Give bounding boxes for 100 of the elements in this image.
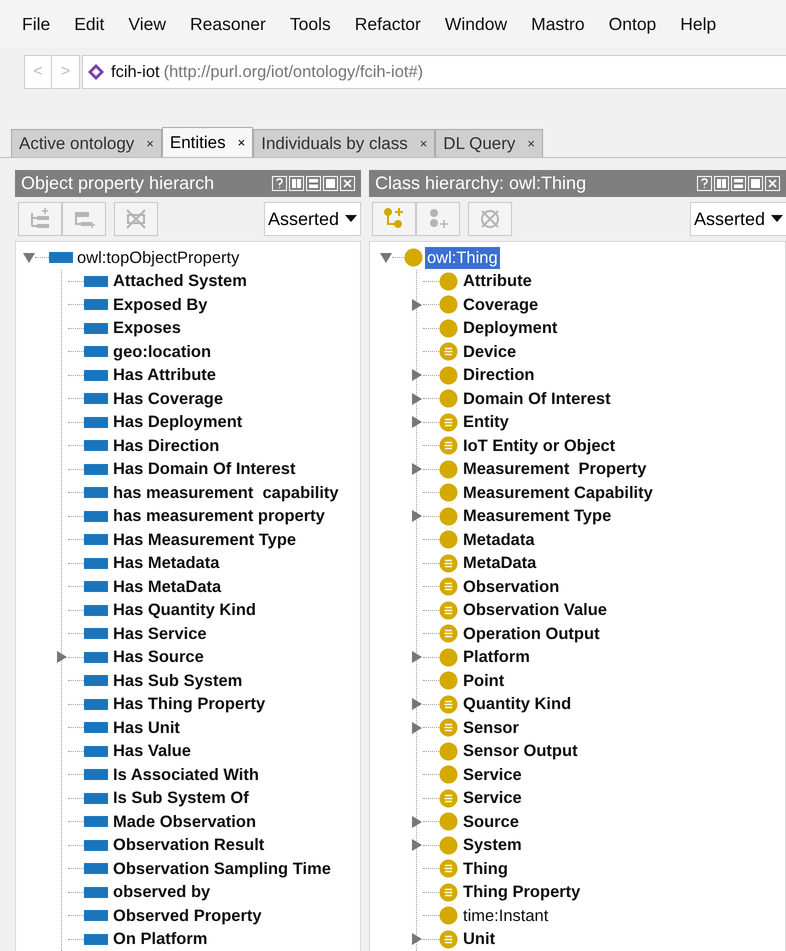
tree-item[interactable]: Sensor Output: [461, 740, 580, 762]
tree-item[interactable]: geo:location: [111, 340, 214, 363]
tree-item[interactable]: Made Observation: [111, 810, 258, 833]
tree-item[interactable]: Has Sub System: [111, 670, 244, 692]
collapsed-arrow-icon[interactable]: [411, 416, 423, 428]
tree-item[interactable]: owl:topObjectProperty: [75, 246, 242, 269]
tree-item[interactable]: Coverage: [461, 294, 540, 316]
tree-item[interactable]: time:Instant: [461, 904, 550, 927]
collapsed-arrow-icon[interactable]: [411, 510, 423, 522]
tree-item[interactable]: Is Sub System Of: [111, 787, 251, 810]
menu-item[interactable]: File: [22, 10, 50, 38]
tree-item[interactable]: On Platform: [111, 928, 210, 950]
collapsed-arrow-icon[interactable]: [56, 651, 68, 664]
tree-item[interactable]: Measurement Type: [461, 505, 614, 528]
menu-item[interactable]: Refactor: [354, 10, 421, 38]
mode-dropdown[interactable]: Asserted: [264, 202, 361, 236]
help-icon[interactable]: [697, 176, 712, 191]
tree-item[interactable]: Observation: [461, 576, 562, 598]
tree-item[interactable]: Platform: [461, 646, 532, 668]
tree-item[interactable]: Service: [461, 787, 524, 810]
tree-item[interactable]: Has Value: [111, 740, 193, 762]
tree-item[interactable]: Domain Of Interest: [461, 388, 613, 410]
tree-item[interactable]: observed by: [111, 881, 212, 904]
collapsed-arrow-icon[interactable]: [411, 369, 423, 382]
tree-item[interactable]: Has MetaData: [111, 576, 224, 598]
collapsed-arrow-icon[interactable]: [411, 839, 423, 852]
tree-item[interactable]: Observation Value: [461, 599, 609, 622]
tree-item[interactable]: Sensor: [461, 716, 521, 739]
tree-item[interactable]: Direction: [461, 364, 537, 386]
tree-item[interactable]: Has Source: [111, 646, 206, 668]
collapsed-arrow-icon[interactable]: [411, 698, 423, 710]
tree-item[interactable]: Has Thing Property: [111, 693, 268, 716]
tree-item[interactable]: Has Quantity Kind: [111, 599, 258, 622]
tab[interactable]: Active ontology ×: [11, 129, 162, 157]
tab-close-button[interactable]: ×: [146, 134, 154, 154]
menu-item[interactable]: Reasoner: [190, 10, 266, 38]
add-subclass-icon[interactable]: [372, 202, 416, 236]
tree-item[interactable]: Deployment: [461, 317, 560, 340]
tree-item[interactable]: Quantity Kind: [461, 693, 574, 716]
tree-item[interactable]: Source: [461, 810, 521, 833]
split-view-icon[interactable]: [714, 176, 729, 191]
menu-item[interactable]: Edit: [74, 10, 104, 38]
tab-close-button[interactable]: ×: [238, 132, 246, 152]
tab[interactable]: DL Query ×: [435, 129, 544, 157]
tree-item[interactable]: Unit: [461, 928, 498, 950]
tree-item[interactable]: Metadata: [461, 528, 537, 551]
close-icon[interactable]: [765, 176, 780, 191]
tree-item[interactable]: Operation Output: [461, 622, 602, 645]
tree-item[interactable]: Has Attribute: [111, 364, 218, 386]
collapsed-arrow-icon[interactable]: [411, 722, 423, 734]
tab[interactable]: Individuals by class ×: [253, 129, 436, 157]
tree-item[interactable]: Service: [461, 764, 524, 786]
maximize-icon[interactable]: [748, 176, 763, 191]
tree-item[interactable]: Device: [461, 340, 518, 363]
tree-item[interactable]: Exposes: [111, 317, 183, 340]
tree-item[interactable]: Attached System: [111, 270, 249, 292]
tab-close-button[interactable]: ×: [527, 134, 536, 154]
tree-item[interactable]: Observation Result: [111, 834, 266, 856]
minimize-icon[interactable]: [731, 176, 746, 191]
ontology-address-field[interactable]: fcih-iot (http://purl.org/iot/ontology/fcih-iot#): [82, 55, 786, 89]
expanded-arrow-icon[interactable]: [23, 252, 35, 264]
tree-item[interactable]: Entity: [461, 411, 511, 434]
tree-item[interactable]: Observed Property: [111, 904, 264, 927]
expanded-arrow-icon[interactable]: [380, 252, 392, 264]
maximize-icon[interactable]: [323, 176, 338, 191]
tab-close-button[interactable]: ×: [420, 134, 428, 154]
tree-item[interactable]: Measurement Capability: [461, 482, 655, 504]
menu-item[interactable]: View: [128, 10, 166, 38]
tree-item[interactable]: Thing: [461, 858, 510, 880]
tree-item[interactable]: System: [461, 834, 524, 856]
tree-item[interactable]: has measurement capability: [111, 482, 341, 504]
tree-item[interactable]: Attribute: [461, 270, 534, 292]
tree-item[interactable]: Has Domain Of Interest: [111, 458, 298, 480]
help-icon[interactable]: [272, 176, 287, 191]
tree-item[interactable]: Has Deployment: [111, 411, 244, 434]
collapsed-arrow-icon[interactable]: [411, 933, 423, 946]
tree-item[interactable]: Has Service: [111, 622, 209, 645]
tree-item[interactable]: Has Measurement Type: [111, 528, 298, 551]
menu-item[interactable]: Help: [680, 10, 716, 38]
collapsed-arrow-icon[interactable]: [411, 392, 423, 405]
tab[interactable]: Entities ×: [162, 127, 254, 157]
tree-item[interactable]: Exposed By: [111, 294, 210, 316]
split-view-icon[interactable]: [289, 176, 304, 191]
tree-item[interactable]: Has Unit: [111, 716, 182, 739]
tree-item[interactable]: Has Direction: [111, 434, 222, 457]
menu-item[interactable]: Ontop: [608, 10, 656, 38]
tree-item[interactable]: owl:Thing: [425, 246, 500, 269]
tree-item[interactable]: Has Coverage: [111, 388, 226, 410]
collapsed-arrow-icon[interactable]: [411, 651, 423, 664]
collapsed-arrow-icon[interactable]: [411, 463, 423, 476]
tree-item[interactable]: Measurement Property: [461, 458, 648, 480]
tree-item[interactable]: Thing Property: [461, 881, 582, 904]
mode-dropdown[interactable]: Asserted: [690, 202, 786, 236]
close-icon[interactable]: [340, 176, 355, 191]
menu-item[interactable]: Mastro: [531, 10, 585, 38]
collapsed-arrow-icon[interactable]: [411, 298, 423, 311]
tree-item[interactable]: Point: [461, 670, 506, 692]
tree-item[interactable]: has measurement property: [111, 505, 327, 528]
minimize-icon[interactable]: [306, 176, 321, 191]
tree-item[interactable]: Has Metadata: [111, 552, 222, 574]
